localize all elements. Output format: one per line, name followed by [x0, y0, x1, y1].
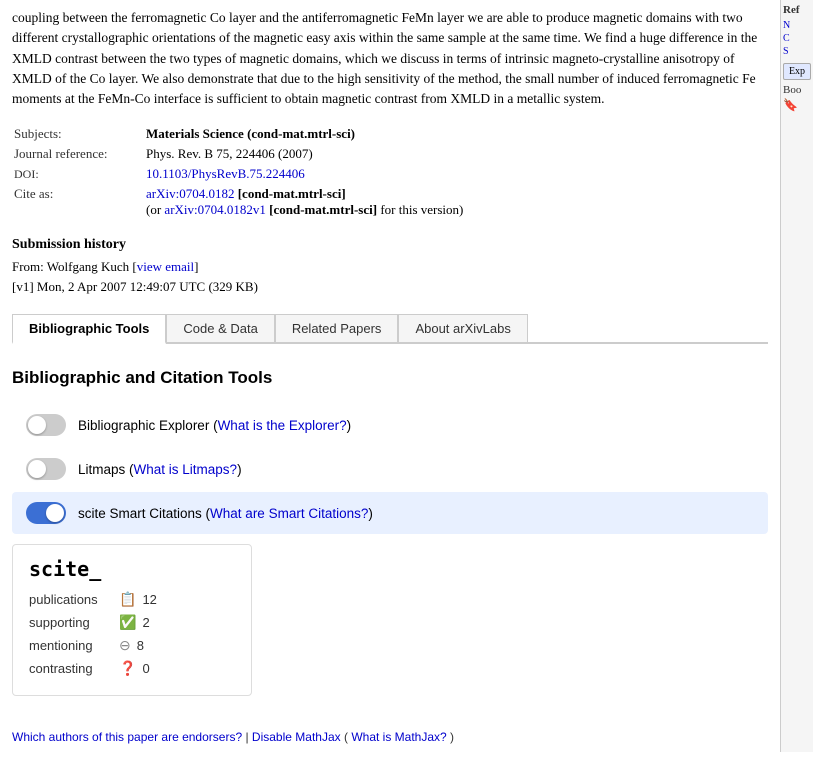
submission-history: Submission history From: Wolfgang Kuch […	[12, 237, 768, 296]
cite-or: (or	[146, 202, 161, 217]
toggle-row-bibliographic-explorer: Bibliographic Explorer (What is the Expl…	[12, 404, 768, 446]
litmaps-knob	[28, 460, 46, 478]
mentioning-icon: ⊖	[119, 637, 131, 654]
litmaps-label-text: Litmaps (	[78, 462, 134, 477]
sidebar-link-s[interactable]: S	[783, 46, 811, 57]
subjects-value: Materials Science (cond-mat.mtrl-sci)	[146, 125, 766, 143]
cite-row: Cite as: arXiv:0704.0182 [cond-mat.mtrl-…	[14, 185, 766, 219]
sidebar-export-btn[interactable]: Exp	[783, 63, 811, 80]
abstract-text: coupling between the ferromagnetic Co la…	[12, 8, 768, 109]
tab-bibliographic[interactable]: Bibliographic Tools	[12, 314, 166, 344]
scite-mentioning-count: 8	[137, 638, 144, 653]
sidebar-bookmark-icon: 🔖	[783, 98, 798, 113]
tab-about-arxivlabs[interactable]: About arXivLabs	[398, 314, 527, 342]
bib-exp-label-text: Bibliographic Explorer (	[78, 418, 218, 433]
doi-label-text: DOI:	[14, 167, 39, 181]
sidebar-link-c[interactable]: C	[783, 33, 811, 44]
subjects-row: Subjects: Materials Science (cond-mat.mt…	[14, 125, 766, 143]
scite-publications-label: publications	[29, 592, 119, 607]
subjects-bold: Materials Science (cond-mat.mtrl-sci)	[146, 126, 355, 141]
cite-bracket: [cond-mat.mtrl-sci]	[238, 186, 346, 201]
doi-row: DOI: 10.1103/PhysRevB.75.224406	[14, 165, 766, 183]
scite-link[interactable]: What are Smart Citations?	[210, 506, 368, 521]
doi-label: DOI:	[14, 165, 144, 183]
submission-from-close: ]	[194, 259, 198, 274]
litmaps-close: )	[237, 462, 242, 477]
doi-link[interactable]: 10.1103/PhysRevB.75.224406	[146, 166, 305, 181]
supporting-icon: ✅	[119, 614, 136, 631]
journal-value: Phys. Rev. B 75, 224406 (2007)	[146, 145, 766, 163]
scite-label: scite Smart Citations (What are Smart Ci…	[78, 506, 373, 521]
cite-primary-link[interactable]: arXiv:0704.0182	[146, 186, 234, 201]
contrasting-icon: ❓	[119, 660, 136, 677]
bib-exp-close: )	[347, 418, 352, 433]
tabs-container: Bibliographic Tools Code & Data Related …	[12, 314, 768, 344]
endorsers-link[interactable]: Which authors of this paper are endorser…	[12, 730, 242, 744]
scite-publications-row: publications 📋 12	[29, 591, 235, 608]
scite-supporting-label: supporting	[29, 615, 119, 630]
cite-label: Cite as:	[14, 185, 144, 219]
submission-history-title: Submission history	[12, 237, 768, 253]
scite-contrasting-row: contrasting ❓ 0	[29, 660, 235, 677]
scite-mentioning-row: mentioning ⊖ 8	[29, 637, 235, 654]
sidebar: Ref N C S Exp Boo 🔖	[780, 0, 813, 752]
submission-from-label: From: Wolfgang Kuch [	[12, 259, 137, 274]
tab-code-data[interactable]: Code & Data	[166, 314, 274, 342]
sidebar-bookmark-label: Boo	[783, 84, 811, 96]
litmaps-link[interactable]: What is Litmaps?	[134, 462, 238, 477]
scite-contrasting-count: 0	[142, 661, 149, 676]
litmaps-toggle[interactable]	[26, 458, 66, 480]
footer-links: Which authors of this paper are endorser…	[12, 730, 768, 744]
toggle-row-litmaps: Litmaps (What is Litmaps?)	[12, 448, 768, 490]
submission-from: From: Wolfgang Kuch [view email]	[12, 257, 768, 277]
disable-mathjax-link[interactable]: Disable MathJax	[252, 730, 341, 744]
cite-value: arXiv:0704.0182 [cond-mat.mtrl-sci] (or …	[146, 185, 766, 219]
submission-v1-label: [v1]	[12, 279, 34, 294]
scite-toggle[interactable]	[26, 502, 66, 524]
sidebar-link-n[interactable]: N	[783, 20, 811, 31]
publications-icon: 📋	[119, 591, 136, 608]
mathjax-paren-open: (	[344, 730, 348, 744]
doi-value: 10.1103/PhysRevB.75.224406	[146, 165, 766, 183]
scite-contrasting-label: contrasting	[29, 661, 119, 676]
subjects-label: Subjects:	[14, 125, 144, 143]
cite-v1-link[interactable]: arXiv:0704.0182v1	[164, 202, 265, 217]
submission-v1: [v1] Mon, 2 Apr 2007 12:49:07 UTC (329 K…	[12, 277, 768, 297]
scite-close: )	[368, 506, 373, 521]
bib-exp-link[interactable]: What is the Explorer?	[218, 418, 347, 433]
submission-v1-date: Mon, 2 Apr 2007 12:49:07 UTC (329 KB)	[37, 279, 258, 294]
scite-knob	[46, 504, 64, 522]
journal-row: Journal reference: Phys. Rev. B 75, 2244…	[14, 145, 766, 163]
tab-content-bibliographic: Bibliographic and Citation Tools Bibliog…	[12, 360, 768, 714]
cite-v1-suffix: for this version)	[380, 202, 463, 217]
what-mathjax-link[interactable]: What is MathJax?	[351, 730, 446, 744]
toggle-row-scite: scite Smart Citations (What are Smart Ci…	[12, 492, 768, 534]
scite-label-text: scite Smart Citations (	[78, 506, 210, 521]
bibliographic-explorer-toggle[interactable]	[26, 414, 66, 436]
scite-widget: scite_ publications 📋 12 supporting ✅ 2 …	[12, 544, 252, 696]
bibliographic-explorer-knob	[28, 416, 46, 434]
litmaps-label: Litmaps (What is Litmaps?)	[78, 462, 242, 477]
scite-publications-count: 12	[142, 592, 156, 607]
cite-v1-bracket: [cond-mat.mtrl-sci]	[269, 202, 377, 217]
scite-supporting-count: 2	[142, 615, 149, 630]
scite-supporting-row: supporting ✅ 2	[29, 614, 235, 631]
sidebar-ref-label: Ref	[783, 4, 811, 16]
view-email-link[interactable]: view email	[137, 259, 194, 274]
mathjax-paren-close: )	[450, 730, 454, 744]
journal-label: Journal reference:	[14, 145, 144, 163]
bibliographic-explorer-label: Bibliographic Explorer (What is the Expl…	[78, 418, 351, 433]
bib-section-title: Bibliographic and Citation Tools	[12, 368, 768, 388]
tab-related-papers[interactable]: Related Papers	[275, 314, 399, 342]
scite-mentioning-label: mentioning	[29, 638, 119, 653]
metadata-table: Subjects: Materials Science (cond-mat.mt…	[12, 123, 768, 221]
scite-logo: scite_	[29, 557, 235, 581]
